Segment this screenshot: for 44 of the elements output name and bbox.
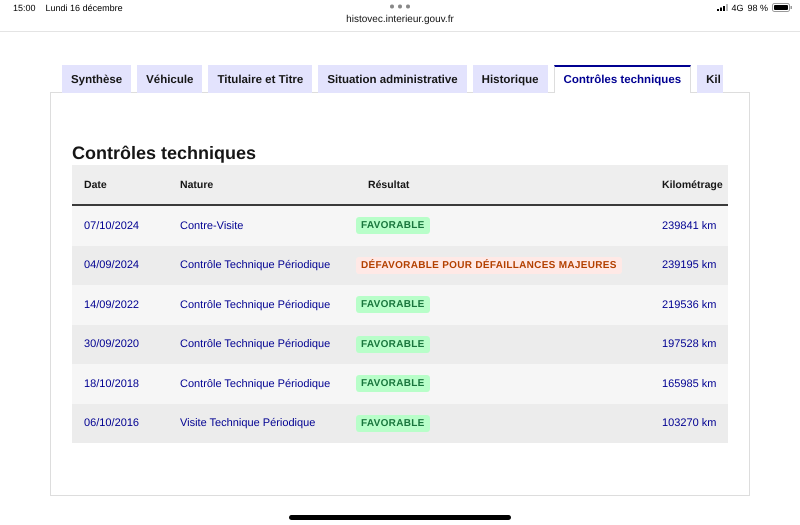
mileage-cell-text: 239841 km [661,220,716,232]
nature-cell-text: Contrôle Technique Périodique [179,259,330,272]
tab[interactable]: Véhicule [137,65,202,93]
mileage-cell-text: 219536 km [661,298,716,311]
address-url[interactable]: histovec.interieur.gouv.fr [346,14,454,25]
nature-cell-text: Contrôle Technique Périodique [179,378,330,390]
date-cell-text: 18/10/2018 [83,378,140,390]
mileage-cell-text: 197528 km [661,338,716,350]
signal-icon [717,4,728,11]
column-header: Date [83,178,107,190]
nature-cell-text: Visite Technique Périodique [179,417,316,430]
column-header: Nature [179,178,214,190]
result-badge: FAVORABLE [356,414,430,432]
tab[interactable]: Synthèse [62,65,132,93]
column-header: Kilométrage [661,178,723,190]
date-cell-text: 14/09/2022 [83,298,140,311]
battery-percent: 98 % [747,2,768,12]
tab[interactable]: Historique [472,65,548,93]
clock-time: 15:00 [13,2,36,12]
network-label: 4G [731,2,744,12]
date-cell-text: 30/09/2020 [83,338,140,350]
section-title: Contrôles techniques [72,143,258,164]
mileage-cell-text: 165985 km [661,378,716,390]
result-badge: FAVORABLE [356,296,430,314]
date-cell-text: 06/10/2016 [83,417,140,430]
result-badge: FAVORABLE [356,217,430,234]
date-cell-text: 07/10/2024 [83,220,140,232]
date-cell-text: 04/09/2024 [83,259,140,272]
result-badge: FAVORABLE [356,336,430,353]
tab[interactable]: Titulaire et Titre [208,65,312,93]
result-badge: DÉFAVORABLE POUR DÉFAILLANCES MAJEURES [356,256,622,274]
tab[interactable]: Situation administrative [318,65,467,93]
more-icon[interactable] [389,4,411,9]
nature-cell-text: Contrôle Technique Périodique [179,298,330,311]
nature-cell-text: Contre-Visite [179,220,244,232]
mileage-cell-text: 103270 km [661,417,716,430]
tab[interactable]: Contrôles techniques [554,65,692,93]
column-header: Résultat [367,178,410,190]
battery-icon [772,3,792,12]
date-text: Lundi 16 décembre [46,2,123,12]
result-badge: FAVORABLE [356,375,430,392]
mileage-cell-text: 239195 km [661,259,716,272]
tab[interactable]: Kil [697,65,723,93]
nature-cell-text: Contrôle Technique Périodique [179,338,330,350]
